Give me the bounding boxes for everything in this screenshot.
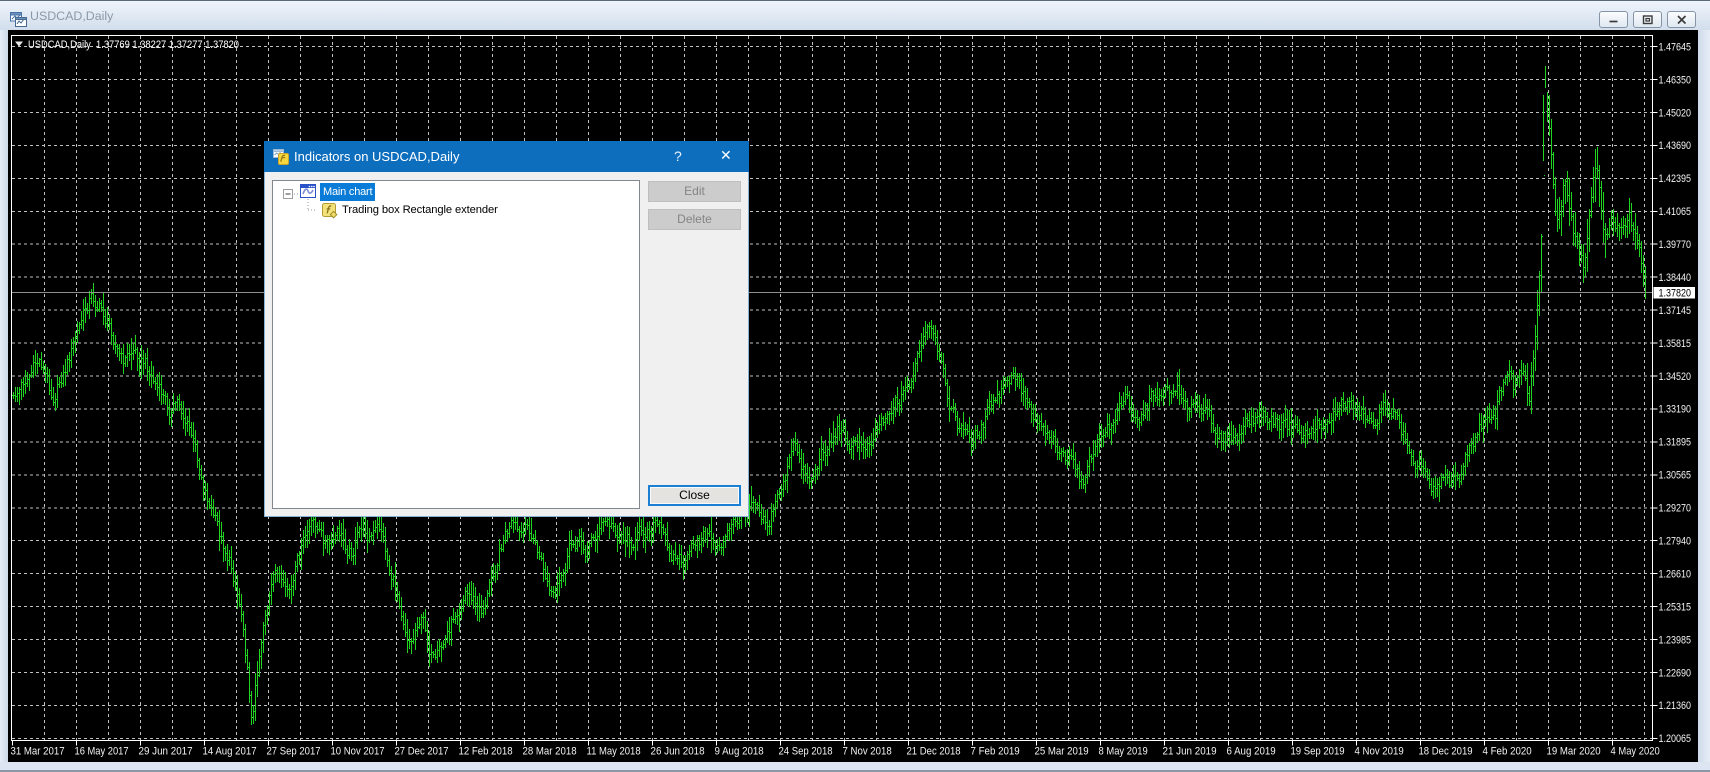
svg-text:27 Sep 2017: 27 Sep 2017 [267,746,321,758]
svg-text:1.30565: 1.30565 [1659,470,1692,482]
svg-text:21 Jun 2019: 21 Jun 2019 [1163,746,1217,758]
svg-text:29 Jun 2017: 29 Jun 2017 [139,746,193,758]
svg-text:4 Nov 2019: 4 Nov 2019 [1355,746,1404,758]
svg-text:1.33190: 1.33190 [1659,404,1692,416]
svg-text:31 Mar 2017: 31 Mar 2017 [11,746,65,758]
svg-text:1.35815: 1.35815 [1659,338,1692,350]
svg-text:1.23985: 1.23985 [1659,634,1692,646]
svg-text:9 Aug 2018: 9 Aug 2018 [715,746,764,758]
svg-text:1.21360: 1.21360 [1659,700,1692,712]
svg-text:USDCAD,Daily 1.37769 1.38227: USDCAD,Daily 1.37769 1.38227 1.37277 1.3… [28,39,239,51]
svg-text:1.38440: 1.38440 [1659,272,1692,284]
svg-text:1.42395: 1.42395 [1659,173,1692,185]
svg-text:27 Dec 2017: 27 Dec 2017 [395,746,449,758]
svg-text:1.46350: 1.46350 [1659,74,1692,86]
svg-text:11 May 2018: 11 May 2018 [587,746,641,758]
svg-text:1.43690: 1.43690 [1659,140,1692,152]
svg-text:24 Sep 2018: 24 Sep 2018 [779,746,833,758]
svg-text:1.41065: 1.41065 [1659,206,1692,218]
svg-text:1.34520: 1.34520 [1659,371,1692,383]
svg-text:1.22690: 1.22690 [1659,667,1692,679]
svg-text:1.25315: 1.25315 [1659,601,1692,613]
svg-text:21 Dec 2018: 21 Dec 2018 [907,746,961,758]
svg-text:1.20065: 1.20065 [1659,733,1692,745]
svg-text:4 May 2020: 4 May 2020 [1611,746,1660,758]
svg-text:25 Mar 2019: 25 Mar 2019 [1035,746,1089,758]
svg-text:12 Feb 2018: 12 Feb 2018 [459,746,513,758]
svg-text:7 Feb 2019: 7 Feb 2019 [971,746,1020,758]
svg-text:19 Sep 2019: 19 Sep 2019 [1291,746,1345,758]
svg-text:26 Jun 2018: 26 Jun 2018 [651,746,705,758]
svg-text:14 Aug 2017: 14 Aug 2017 [203,746,257,758]
svg-text:19 Mar 2020: 19 Mar 2020 [1547,746,1601,758]
svg-text:1.39770: 1.39770 [1659,239,1692,251]
svg-text:4 Feb 2020: 4 Feb 2020 [1483,746,1532,758]
svg-text:1.47645: 1.47645 [1659,41,1692,53]
svg-text:1.45020: 1.45020 [1659,107,1692,119]
svg-text:7 Nov 2018: 7 Nov 2018 [843,746,892,758]
svg-text:1.37820: 1.37820 [1659,288,1692,300]
svg-text:1.31895: 1.31895 [1659,437,1692,449]
svg-text:1.29270: 1.29270 [1659,503,1692,515]
svg-text:10 Nov 2017: 10 Nov 2017 [331,746,385,758]
svg-text:1.27940: 1.27940 [1659,536,1692,548]
svg-text:16 May 2017: 16 May 2017 [75,746,129,758]
svg-text:1.26610: 1.26610 [1659,568,1692,580]
svg-text:1.37145: 1.37145 [1659,305,1692,317]
svg-text:6 Aug 2019: 6 Aug 2019 [1227,746,1276,758]
svg-text:28 Mar 2018: 28 Mar 2018 [523,746,577,758]
svg-text:8 May 2019: 8 May 2019 [1099,746,1148,758]
svg-text:18 Dec 2019: 18 Dec 2019 [1419,746,1473,758]
